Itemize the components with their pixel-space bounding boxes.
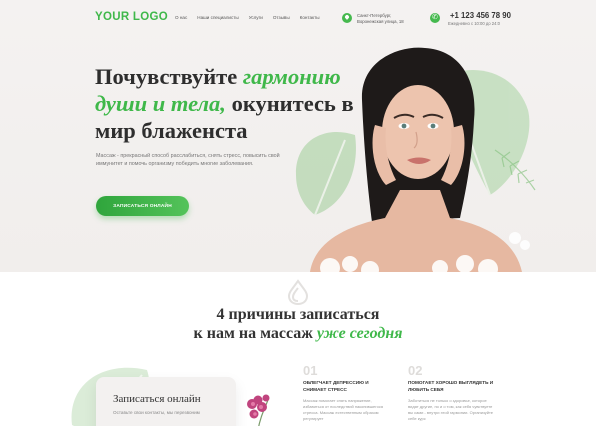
book-online-button[interactable]: ЗАПИСАТЬСЯ ОНЛАЙН (96, 196, 189, 216)
nav-link-contacts[interactable]: Контакты (300, 15, 320, 20)
phone-number[interactable]: +1 123 456 78 90 (450, 11, 511, 20)
booking-card-subtitle: Оставьте свои контакты, мы перезвоним (113, 410, 200, 415)
hero-section: YOUR LOGO О нас Наши специалисты Услуги … (0, 0, 596, 272)
woman-portrait-image (295, 47, 536, 272)
reason-item: 02 ПОМОГАЕТ ХОРОШО ВЫГЛЯДЕТЬ И ЛЮБИТЬ СЕ… (408, 364, 498, 422)
address-street: Воронежская улица, 18 (357, 18, 404, 24)
logo[interactable]: YOUR LOGO (95, 11, 168, 23)
working-hours: Ежедневно с 10:00 до 24:0 (448, 21, 500, 26)
reasons-title-line1: 4 причины записаться (216, 306, 380, 323)
reasons-title: 4 причины записаться к нам на массаж уже… (150, 305, 446, 343)
reason-title: ОБЛЕГЧАЕТ ДЕПРЕССИЮ И СНИМАЕТ СТРЕСС (303, 380, 369, 392)
address: Санкт-Петербург, Воронежская улица, 18 (357, 13, 404, 24)
nav-link-specialists[interactable]: Наши специалисты (197, 15, 238, 20)
reason-title: ПОМОГАЕТ ХОРОШО ВЫГЛЯДЕТЬ И ЛЮБИТЬ СЕБЯ (408, 380, 494, 392)
hero-title-part1: Почувствуйте (95, 64, 243, 89)
phone-icon (430, 13, 440, 23)
reason-item: 01 ОБЛЕГЧАЕТ ДЕПРЕССИЮ И СНИМАЕТ СТРЕСС … (303, 364, 393, 422)
hero-lead: Массаж - прекрасный способ расслабиться,… (96, 153, 280, 167)
reasons-title-line2: к нам на массаж (193, 325, 317, 342)
booking-card: Записаться онлайн Оставьте свои контакты… (96, 377, 236, 426)
nav-link-reviews[interactable]: Отзывы (273, 15, 290, 20)
orchid-flower-icon (247, 394, 270, 426)
booking-card-title: Записаться онлайн (113, 393, 201, 405)
location-pin-icon (342, 13, 352, 23)
nav-link-services[interactable]: Услуги (249, 15, 263, 20)
nav-link-about[interactable]: О нас (175, 15, 187, 20)
water-drop-icon (287, 279, 309, 306)
reason-text: Заботиться не только о здоровье, которое… (408, 398, 494, 421)
reason-number: 02 (408, 363, 423, 378)
reason-number: 01 (303, 363, 318, 378)
reasons-title-accent: уже сегодня (316, 325, 403, 342)
reason-text: Массаж помогает снять напряжение, избави… (303, 398, 383, 421)
main-nav: О нас Наши специалисты Услуги Отзывы Кон… (175, 15, 320, 20)
